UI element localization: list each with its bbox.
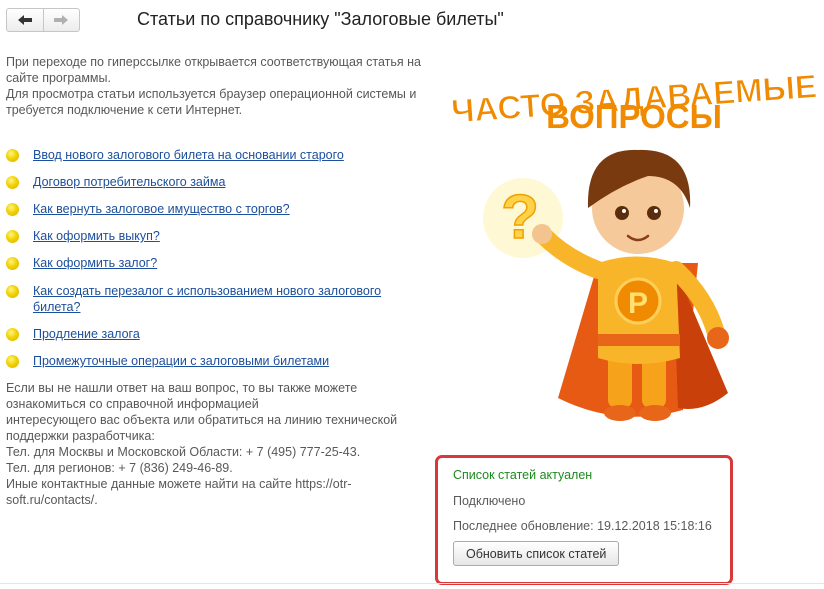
- article-link[interactable]: Как оформить залог?: [33, 255, 403, 271]
- navigation-buttons: [6, 8, 80, 32]
- bullet-icon: [6, 328, 19, 341]
- back-button[interactable]: [7, 9, 43, 31]
- arm-raised: [535, 227, 607, 279]
- belt: [598, 334, 680, 346]
- refresh-articles-button[interactable]: Обновить список статей: [453, 541, 620, 566]
- eye-left: [615, 206, 629, 220]
- support-text: Если вы не нашли ответ на ваш вопрос, то…: [6, 381, 358, 411]
- eye-right-glint: [654, 209, 658, 213]
- intro-line-browser: Для просмотра статьи используется браузе…: [6, 87, 417, 117]
- boot-left: [604, 405, 636, 421]
- status-panel: Список статей актуален Подключено Послед…: [435, 455, 733, 585]
- intro-text: При переходе по гиперссылке открывается …: [6, 54, 442, 118]
- bullet-icon: [6, 257, 19, 270]
- article-link[interactable]: Как вернуть залоговое имущество с торгов…: [33, 201, 403, 217]
- eye-left-glint: [622, 209, 626, 213]
- bullet-icon: [6, 230, 19, 243]
- list-item: Договор потребительского займа: [6, 174, 403, 190]
- forward-button[interactable]: [42, 9, 80, 31]
- glove-right: [707, 327, 729, 349]
- bullet-icon: [6, 176, 19, 189]
- status-last-update: Последнее обновление: 19.12.2018 15:18:1…: [453, 519, 712, 533]
- list-item: Ввод нового залогового билета на основан…: [6, 147, 403, 163]
- emblem-letter: P: [628, 287, 648, 320]
- bullet-icon: [6, 285, 19, 298]
- page-title: Статьи по справочнику "Залоговые билеты": [137, 9, 504, 29]
- divider: [0, 583, 824, 584]
- list-item: Как оформить выкуп?: [6, 228, 403, 244]
- arrow-left-icon: [17, 15, 32, 25]
- question-mark-icon: ?: [501, 183, 539, 252]
- support-text: интересующего вас объекта или обратиться…: [6, 413, 398, 443]
- article-link[interactable]: Как создать перезалог с использованием н…: [33, 283, 403, 315]
- list-item: Как вернуть залоговое имущество с торгов…: [6, 201, 403, 217]
- support-info: Если вы не нашли ответ на ваш вопрос, то…: [6, 380, 426, 508]
- bullet-icon: [6, 203, 19, 216]
- faq-hero-illustration: ЧАСТО ЗАДАВАЕМЫЕ ВОПРОСЫ ? P: [450, 67, 819, 421]
- list-item: Продление залога: [6, 326, 403, 342]
- hand-raised: [532, 224, 552, 244]
- article-link[interactable]: Продление залога: [33, 326, 403, 342]
- arrow-right-icon: [54, 15, 69, 25]
- phone-regions: Тел. для регионов: + 7 (836) 249-46-89.: [6, 461, 233, 475]
- phone-moscow: Тел. для Москвы и Московской Области: + …: [6, 445, 361, 459]
- eye-right: [647, 206, 661, 220]
- status-actual: Список статей актуален: [453, 468, 593, 482]
- article-link[interactable]: Как оформить выкуп?: [33, 228, 403, 244]
- article-link[interactable]: Промежуточные операции с залоговыми биле…: [33, 353, 403, 369]
- intro-line-hyperlink: При переходе по гиперссылке открывается …: [6, 55, 421, 85]
- faq-heading-line2: ВОПРОСЫ: [546, 98, 722, 135]
- article-link[interactable]: Договор потребительского займа: [33, 174, 403, 190]
- article-link[interactable]: Ввод нового залогового билета на основан…: [33, 147, 403, 163]
- status-connection: Подключено: [453, 494, 526, 508]
- list-item: Как создать перезалог с использованием н…: [6, 283, 403, 315]
- list-item: Промежуточные операции с залоговыми биле…: [6, 353, 403, 369]
- bullet-icon: [6, 149, 19, 162]
- boot-right: [639, 405, 671, 421]
- contacts-text: Иные контактные данные можете найти на с…: [6, 477, 352, 507]
- bullet-icon: [6, 355, 19, 368]
- list-item: Как оформить залог?: [6, 255, 403, 271]
